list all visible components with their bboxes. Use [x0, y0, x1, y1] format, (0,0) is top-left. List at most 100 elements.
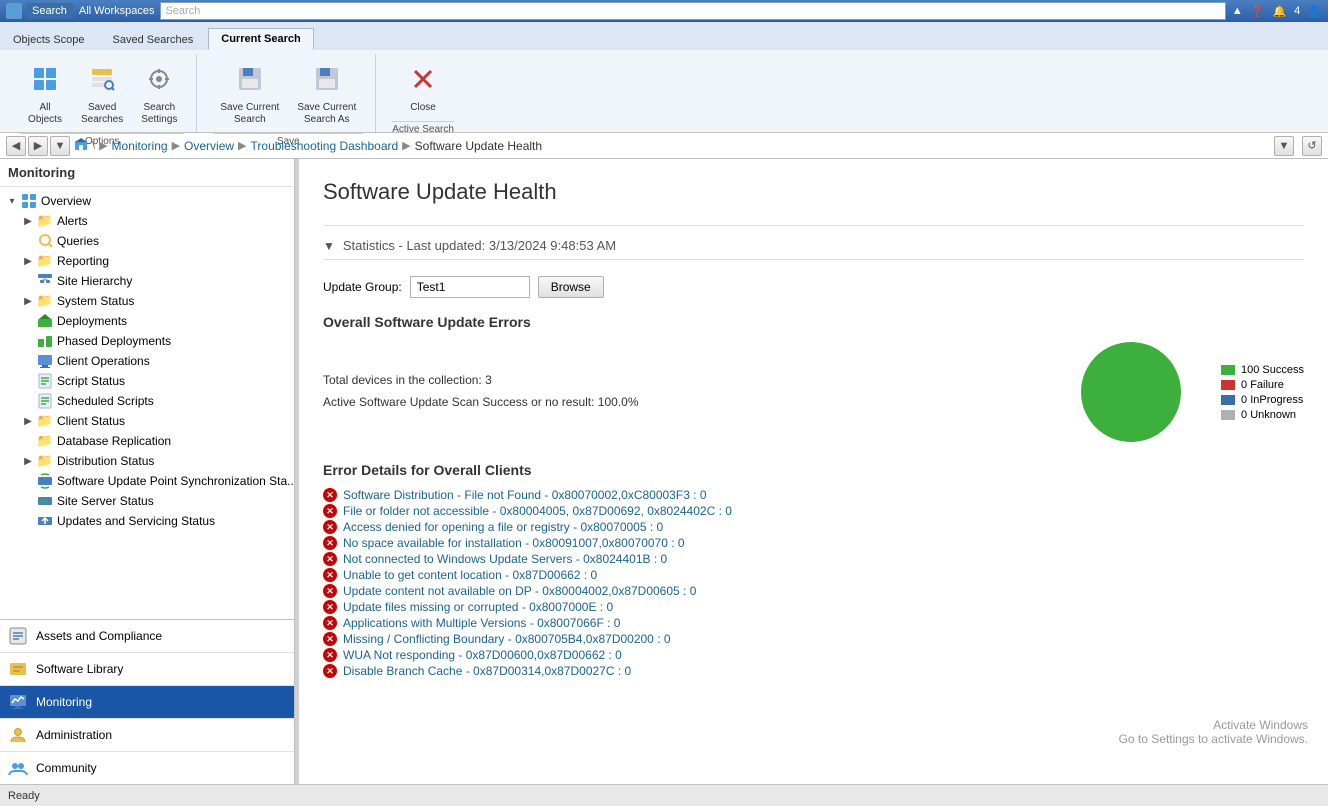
nav-monitoring[interactable]: Monitoring: [0, 686, 294, 719]
tree-item-scheduled-scripts[interactable]: Scheduled Scripts: [0, 391, 294, 411]
error-link-5[interactable]: Unable to get content location - 0x87D00…: [343, 568, 597, 582]
error-link-0[interactable]: Software Distribution - File not Found -…: [343, 488, 707, 502]
expand-client-operations: [20, 353, 36, 369]
home-icon[interactable]: [74, 137, 88, 154]
error-list: ✕ Software Distribution - File not Found…: [323, 488, 1304, 678]
updates-servicing-label: Updates and Servicing Status: [57, 514, 215, 528]
expand-system-status[interactable]: ▶: [20, 293, 36, 309]
update-group-input[interactable]: [410, 276, 530, 298]
ribbon-content: AllObjects SavedSearches: [0, 50, 1328, 132]
tree-item-updates-servicing[interactable]: Updates and Servicing Status: [0, 511, 294, 531]
error-link-4[interactable]: Not connected to Windows Update Servers …: [343, 552, 667, 566]
breadcrumb-dropdown-btn[interactable]: ▼: [1274, 136, 1294, 156]
tree-item-reporting[interactable]: ▶ 📁 Reporting: [0, 251, 294, 271]
tree-item-deployments[interactable]: Deployments: [0, 311, 294, 331]
scan-success-text: Active Software Update Scan Success or n…: [323, 392, 1041, 414]
site-server-status-icon: [36, 493, 54, 509]
database-replication-label: Database Replication: [57, 434, 171, 448]
search-box[interactable]: Search: [160, 2, 1225, 20]
active-search-group-label: Active Search: [392, 121, 454, 138]
save-current-search-label: Save CurrentSearch: [220, 102, 279, 126]
legend-success-label: 100 Success: [1241, 364, 1304, 376]
refresh-btn[interactable]: ↺: [1302, 136, 1322, 156]
phased-deployments-icon: [36, 333, 54, 349]
activate-windows-line2: Go to Settings to activate Windows.: [1119, 732, 1308, 746]
sep2: ▶: [99, 139, 107, 152]
back-btn[interactable]: ◀: [6, 136, 26, 156]
close-btn[interactable]: Close: [398, 60, 448, 119]
breadcrumb-overview[interactable]: Overview: [184, 139, 234, 153]
tab-objects-scope[interactable]: Objects Scope: [0, 29, 98, 50]
nav-software-library[interactable]: Software Library: [0, 653, 294, 686]
breadcrumb-troubleshooting[interactable]: Troubleshooting Dashboard: [251, 139, 399, 153]
tab-current-search[interactable]: Current Search: [208, 28, 313, 50]
forward-btn[interactable]: ▶: [28, 136, 48, 156]
breadcrumb-dropdown[interactable]: ▼: [1274, 136, 1294, 156]
bell-icon[interactable]: 🔔: [1272, 5, 1286, 18]
expand-database-replication: [20, 433, 36, 449]
user-icon[interactable]: 👤: [1308, 5, 1322, 18]
scope-buttons: AllObjects SavedSearches: [20, 58, 184, 131]
ribbon: Objects Scope Saved Searches Current Sea…: [0, 22, 1328, 133]
site-hierarchy-icon: [36, 273, 54, 289]
tree-item-sup-sync[interactable]: Software Update Point Synchronization St…: [0, 471, 294, 491]
tree-item-site-hierarchy[interactable]: Site Hierarchy: [0, 271, 294, 291]
sep5: ▶: [402, 139, 410, 152]
title-bar-left: Search: [6, 3, 73, 19]
error-link-9[interactable]: Missing / Conflicting Boundary - 0x80070…: [343, 632, 671, 646]
scheduled-scripts-label: Scheduled Scripts: [57, 394, 154, 408]
notification-count: 4: [1294, 5, 1300, 17]
title-bar-search-label[interactable]: Search: [26, 3, 73, 19]
legend-failure-color: [1221, 380, 1235, 390]
update-group-row: Update Group: Browse: [323, 276, 1304, 298]
tree-item-site-server-status[interactable]: Site Server Status: [0, 491, 294, 511]
saved-searches-btn[interactable]: SavedSearches: [74, 60, 130, 131]
expand-alerts[interactable]: ▶: [20, 213, 36, 229]
browse-button[interactable]: Browse: [538, 276, 604, 298]
all-objects-btn[interactable]: AllObjects: [20, 60, 70, 131]
tree-item-overview[interactable]: ▾ Overview: [0, 191, 294, 211]
error-link-1[interactable]: File or folder not accessible - 0x800040…: [343, 504, 732, 518]
statistics-header: ▼ Statistics - Last updated: 3/13/2024 9…: [323, 238, 1304, 260]
error-item-6: ✕ Update content not available on DP - 0…: [323, 584, 1304, 598]
breadcrumb-monitoring[interactable]: Monitoring: [112, 139, 168, 153]
error-link-2[interactable]: Access denied for opening a file or regi…: [343, 520, 663, 534]
alerts-icon: 📁: [36, 213, 54, 229]
nav-assets-compliance[interactable]: Assets and Compliance: [0, 620, 294, 653]
search-settings-icon: [145, 65, 173, 100]
overview-label: Overview: [41, 194, 91, 208]
overview-icon: [20, 193, 38, 209]
tree-item-distribution-status[interactable]: ▶ 📁 Distribution Status: [0, 451, 294, 471]
search-settings-btn[interactable]: SearchSettings: [134, 60, 184, 131]
error-link-10[interactable]: WUA Not responding - 0x87D00600,0x87D006…: [343, 648, 622, 662]
tree-item-phased-deployments[interactable]: Phased Deployments: [0, 331, 294, 351]
tab-saved-searches[interactable]: Saved Searches: [100, 29, 207, 50]
error-link-11[interactable]: Disable Branch Cache - 0x87D00314,0x87D0…: [343, 664, 631, 678]
dropdown-btn[interactable]: ▼: [50, 136, 70, 156]
tree-item-system-status[interactable]: ▶ 📁 System Status: [0, 291, 294, 311]
tree-item-queries[interactable]: Queries: [0, 231, 294, 251]
error-link-3[interactable]: No space available for installation - 0x…: [343, 536, 685, 550]
tree-item-database-replication[interactable]: 📁 Database Replication: [0, 431, 294, 451]
chevron-up-icon[interactable]: ▲: [1232, 5, 1243, 17]
nav-administration[interactable]: Administration: [0, 719, 294, 752]
nav-community[interactable]: Community: [0, 752, 294, 785]
tree-item-client-status[interactable]: ▶ 📁 Client Status: [0, 411, 294, 431]
error-link-6[interactable]: Update content not available on DP - 0x8…: [343, 584, 696, 598]
tree-item-alerts[interactable]: ▶ 📁 Alerts: [0, 211, 294, 231]
expand-overview[interactable]: ▾: [4, 193, 20, 209]
expand-reporting[interactable]: ▶: [20, 253, 36, 269]
error-link-7[interactable]: Update files missing or corrupted - 0x80…: [343, 600, 613, 614]
tree-item-client-operations[interactable]: Client Operations: [0, 351, 294, 371]
client-operations-label: Client Operations: [57, 354, 150, 368]
expand-distribution-status[interactable]: ▶: [20, 453, 36, 469]
expand-client-status[interactable]: ▶: [20, 413, 36, 429]
deployments-label: Deployments: [57, 314, 127, 328]
tree-item-script-status[interactable]: Script Status: [0, 371, 294, 391]
save-current-search-as-btn[interactable]: Save CurrentSearch As: [290, 60, 363, 131]
help-icon[interactable]: ❓: [1251, 5, 1265, 18]
monitoring-label: Monitoring: [36, 695, 92, 709]
save-current-search-btn[interactable]: Save CurrentSearch: [213, 60, 286, 131]
reporting-label: Reporting: [57, 254, 109, 268]
error-link-8[interactable]: Applications with Multiple Versions - 0x…: [343, 616, 620, 630]
